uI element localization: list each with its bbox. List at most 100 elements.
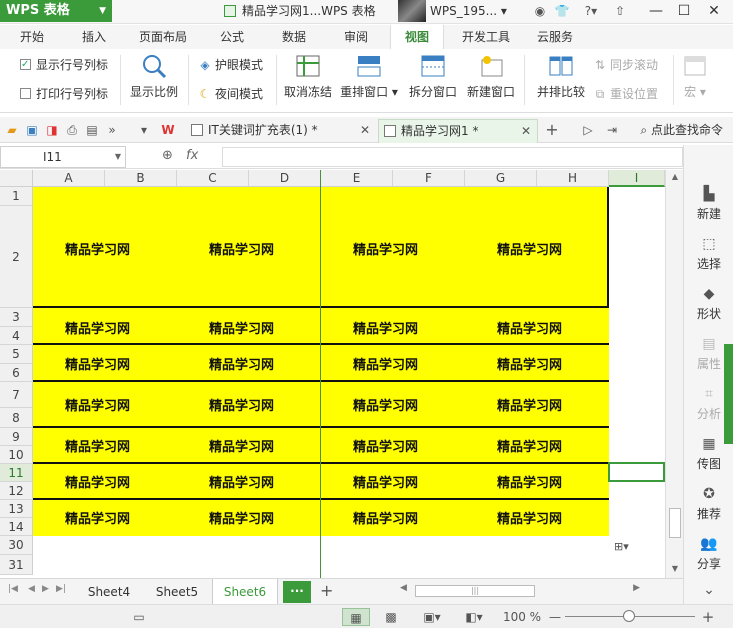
panel-recommend[interactable]: ✪ 推荐 bbox=[684, 485, 733, 522]
shirt-icon[interactable]: 👕 bbox=[553, 2, 571, 20]
selected-cell[interactable] bbox=[608, 462, 665, 482]
tab-cloud[interactable]: 云服务 bbox=[528, 25, 582, 49]
add-sheet-icon[interactable]: + bbox=[320, 581, 333, 600]
sheet-tab-6[interactable]: Sheet6 bbox=[212, 579, 278, 605]
zoom-in-icon[interactable]: + bbox=[700, 608, 716, 626]
row-header-5[interactable]: 5 bbox=[0, 345, 33, 364]
tab-page-layout[interactable]: 页面布局 bbox=[132, 25, 194, 49]
zoom-out-icon[interactable]: — bbox=[548, 608, 562, 626]
vertical-scrollbar[interactable]: ▲ ▼ bbox=[665, 170, 683, 578]
scroll-left-icon[interactable]: ◀ bbox=[400, 583, 407, 593]
col-header-i[interactable]: I bbox=[609, 170, 665, 187]
sheet-tab-5[interactable]: Sheet5 bbox=[146, 579, 208, 605]
wps-w-icon[interactable]: W bbox=[160, 122, 176, 138]
upload-icon[interactable]: ⇧ bbox=[610, 2, 630, 20]
panel-shape[interactable]: ◆ 形状 bbox=[684, 285, 733, 322]
split-window-button[interactable]: 拆分窗口 bbox=[406, 53, 460, 100]
export-pdf-icon[interactable]: ◨ bbox=[44, 122, 60, 138]
close-icon[interactable]: ✕ bbox=[360, 119, 370, 141]
panel-more[interactable]: ⌄ bbox=[684, 581, 733, 601]
row-header-30[interactable]: 30 bbox=[0, 536, 33, 555]
row-header-9[interactable]: 9 bbox=[0, 428, 33, 446]
tab-review[interactable]: 审阅 bbox=[332, 25, 380, 49]
col-header-h[interactable]: H bbox=[537, 170, 609, 187]
close-icon[interactable]: ✕ bbox=[521, 120, 531, 142]
col-header-c[interactable]: C bbox=[177, 170, 249, 187]
tab-developer[interactable]: 开发工具 bbox=[454, 25, 518, 49]
rearrange-window-button[interactable]: 重排窗口 ▾ bbox=[340, 53, 398, 100]
next-sheet-icon[interactable]: ▶ bbox=[42, 584, 49, 594]
print-icon[interactable]: ⎙ bbox=[64, 122, 80, 138]
row-header-4[interactable]: 4 bbox=[0, 327, 33, 345]
sheet-tab-4[interactable]: Sheet4 bbox=[78, 579, 140, 605]
scroll-up-icon[interactable]: ▲ bbox=[666, 172, 684, 181]
minimize-button[interactable]: — bbox=[642, 0, 670, 22]
forward-icon[interactable]: ⇥ bbox=[604, 122, 620, 138]
select-all-corner[interactable] bbox=[0, 170, 33, 187]
row-header-1[interactable]: 1 bbox=[0, 187, 33, 206]
sync-scroll-button[interactable]: ⇅ 同步滚动 bbox=[593, 57, 658, 73]
paste-options-icon[interactable]: ⊞▾ bbox=[614, 540, 629, 553]
row-header-10[interactable]: 10 bbox=[0, 446, 33, 464]
col-header-a[interactable]: A bbox=[33, 170, 105, 187]
new-window-button[interactable]: 新建窗口 bbox=[464, 53, 518, 100]
tab-data[interactable]: 数据 bbox=[270, 25, 318, 49]
zoom-search-icon[interactable]: ⊕ bbox=[162, 148, 173, 163]
zoom-ratio-button[interactable]: 显示比例 bbox=[128, 53, 180, 100]
row-header-31[interactable]: 31 bbox=[0, 555, 33, 575]
more-sheets-button[interactable]: ··· bbox=[283, 581, 311, 603]
avatar[interactable] bbox=[398, 0, 426, 22]
show-rowcol-headers-checkbox[interactable]: 显示行号列标 bbox=[20, 57, 108, 73]
normal-view-icon[interactable]: ▦ bbox=[342, 608, 370, 626]
tab-view[interactable]: 视图 bbox=[390, 25, 444, 49]
tab-formula[interactable]: 公式 bbox=[208, 25, 256, 49]
unfreeze-button[interactable]: 取消冻结 bbox=[282, 53, 334, 100]
tab-insert[interactable]: 插入 bbox=[70, 25, 118, 49]
freeze-split-line[interactable] bbox=[320, 170, 321, 578]
col-header-b[interactable]: B bbox=[105, 170, 177, 187]
scroll-thumb[interactable] bbox=[669, 508, 681, 538]
col-header-g[interactable]: G bbox=[465, 170, 537, 187]
macro-button[interactable]: 宏 ▾ bbox=[678, 53, 712, 100]
command-search[interactable]: ⌕ 点此查找命令 bbox=[640, 121, 723, 139]
spreadsheet-grid[interactable]: A B C D E F G H I 1 2 3 4 5 6 7 8 9 10 1… bbox=[0, 170, 665, 578]
last-sheet-icon[interactable]: ▶| bbox=[56, 584, 66, 594]
row-header-13[interactable]: 13 bbox=[0, 500, 33, 518]
scroll-thumb[interactable]: ||| bbox=[415, 585, 535, 597]
zoom-slider-handle[interactable] bbox=[623, 610, 635, 622]
eye-protect-button[interactable]: ◈ 护眼模式 bbox=[198, 57, 263, 73]
row-header-8[interactable]: 8 bbox=[0, 408, 33, 428]
horizontal-scrollbar[interactable]: ◀ ||| ▶ bbox=[400, 583, 640, 599]
maximize-button[interactable]: ☐ bbox=[670, 0, 698, 22]
new-tab-plus-icon[interactable]: + bbox=[544, 122, 560, 138]
print-rowcol-headers-checkbox[interactable]: 打印行号列标 bbox=[20, 86, 108, 102]
more-chevron-icon[interactable]: » bbox=[104, 122, 120, 138]
reading-mode-icon[interactable]: ◧▾ bbox=[458, 608, 490, 626]
scroll-right-icon[interactable]: ▶ bbox=[633, 583, 640, 593]
chevron-down-icon[interactable]: ▾ bbox=[136, 122, 152, 138]
first-sheet-icon[interactable]: |◀ bbox=[8, 584, 18, 594]
col-header-d[interactable]: D bbox=[249, 170, 321, 187]
tab-start[interactable]: 开始 bbox=[8, 25, 56, 49]
print-preview-icon[interactable]: ▤ bbox=[84, 122, 100, 138]
doc-tab-it-keywords[interactable]: IT关键词扩充表(1) * ✕ bbox=[186, 119, 376, 143]
help-icon[interactable]: ?▾ bbox=[580, 2, 602, 20]
open-folder-icon[interactable]: ▰ bbox=[4, 122, 20, 138]
col-header-e[interactable]: E bbox=[321, 170, 393, 187]
night-mode-button[interactable]: ☾ 夜间模式 bbox=[198, 86, 263, 102]
prev-sheet-icon[interactable]: ◀ bbox=[28, 584, 35, 594]
panel-select[interactable]: ⬚ 选择 bbox=[684, 235, 733, 272]
user-name[interactable]: WPS_195... ▾ bbox=[430, 0, 507, 22]
name-box[interactable]: I11 ▼ bbox=[0, 146, 126, 168]
row-header-14[interactable]: 14 bbox=[0, 518, 33, 536]
panel-collapse-handle[interactable] bbox=[724, 344, 733, 444]
row-header-12[interactable]: 12 bbox=[0, 482, 33, 500]
side-by-side-button[interactable]: 并排比较 bbox=[534, 53, 588, 100]
row-header-7[interactable]: 7 bbox=[0, 382, 33, 408]
wps-app-menu[interactable]: WPS 表格 ▼ bbox=[0, 0, 112, 22]
row-header-3[interactable]: 3 bbox=[0, 308, 33, 327]
page-break-view-icon[interactable]: ▩ bbox=[380, 608, 402, 626]
row-header-6[interactable]: 6 bbox=[0, 364, 33, 382]
col-header-f[interactable]: F bbox=[393, 170, 465, 187]
skin-icon[interactable]: ◉ bbox=[532, 2, 548, 20]
